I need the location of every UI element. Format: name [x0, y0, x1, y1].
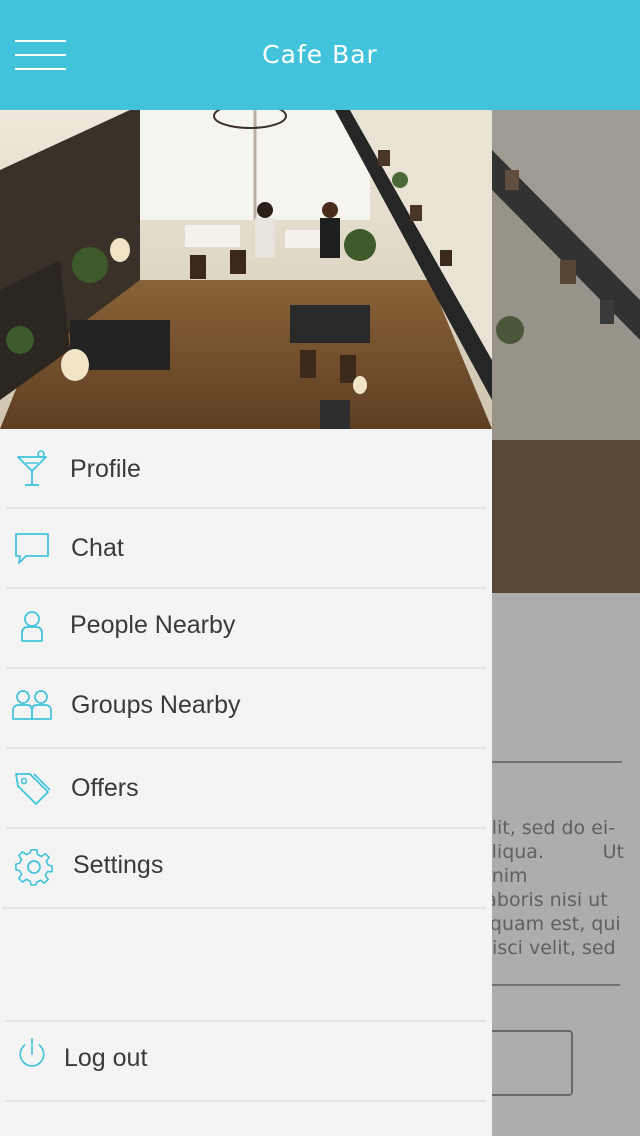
- menu-item-label: Profile: [70, 455, 141, 483]
- menu-divider: [6, 1100, 486, 1102]
- logout-label: Log out: [64, 1044, 148, 1072]
- app-header: Cafe Bar: [0, 0, 640, 110]
- menu-item-label: Chat: [71, 534, 124, 562]
- menu-item-label: Settings: [73, 851, 164, 879]
- menu-item-label: Offers: [71, 774, 139, 802]
- menu-item-settings[interactable]: Settings: [0, 825, 492, 905]
- chat-bubble-icon: [15, 533, 49, 564]
- gear-icon: [15, 849, 53, 886]
- menu-item-profile[interactable]: Profile: [0, 429, 492, 509]
- logout-button[interactable]: Log out: [0, 1018, 492, 1098]
- person-icon: [21, 611, 43, 642]
- navigation-drawer: Profile Chat People Nearby Groups Nearby: [0, 110, 492, 1136]
- menu-divider: [2, 907, 486, 909]
- tag-icon: [15, 773, 51, 805]
- power-icon: [19, 1037, 45, 1067]
- menu-item-offers[interactable]: Offers: [0, 748, 492, 828]
- page-title: Cafe Bar: [262, 40, 378, 69]
- cafe-interior-photo: [0, 110, 492, 429]
- menu-item-chat[interactable]: Chat: [0, 508, 492, 588]
- cocktail-icon: [17, 450, 47, 486]
- menu-item-label: Groups Nearby: [71, 691, 241, 719]
- menu-item-people-nearby[interactable]: People Nearby: [0, 585, 492, 665]
- menu-item-groups-nearby[interactable]: Groups Nearby: [0, 665, 492, 745]
- menu-item-label: People Nearby: [70, 611, 236, 639]
- group-icon: [12, 690, 52, 720]
